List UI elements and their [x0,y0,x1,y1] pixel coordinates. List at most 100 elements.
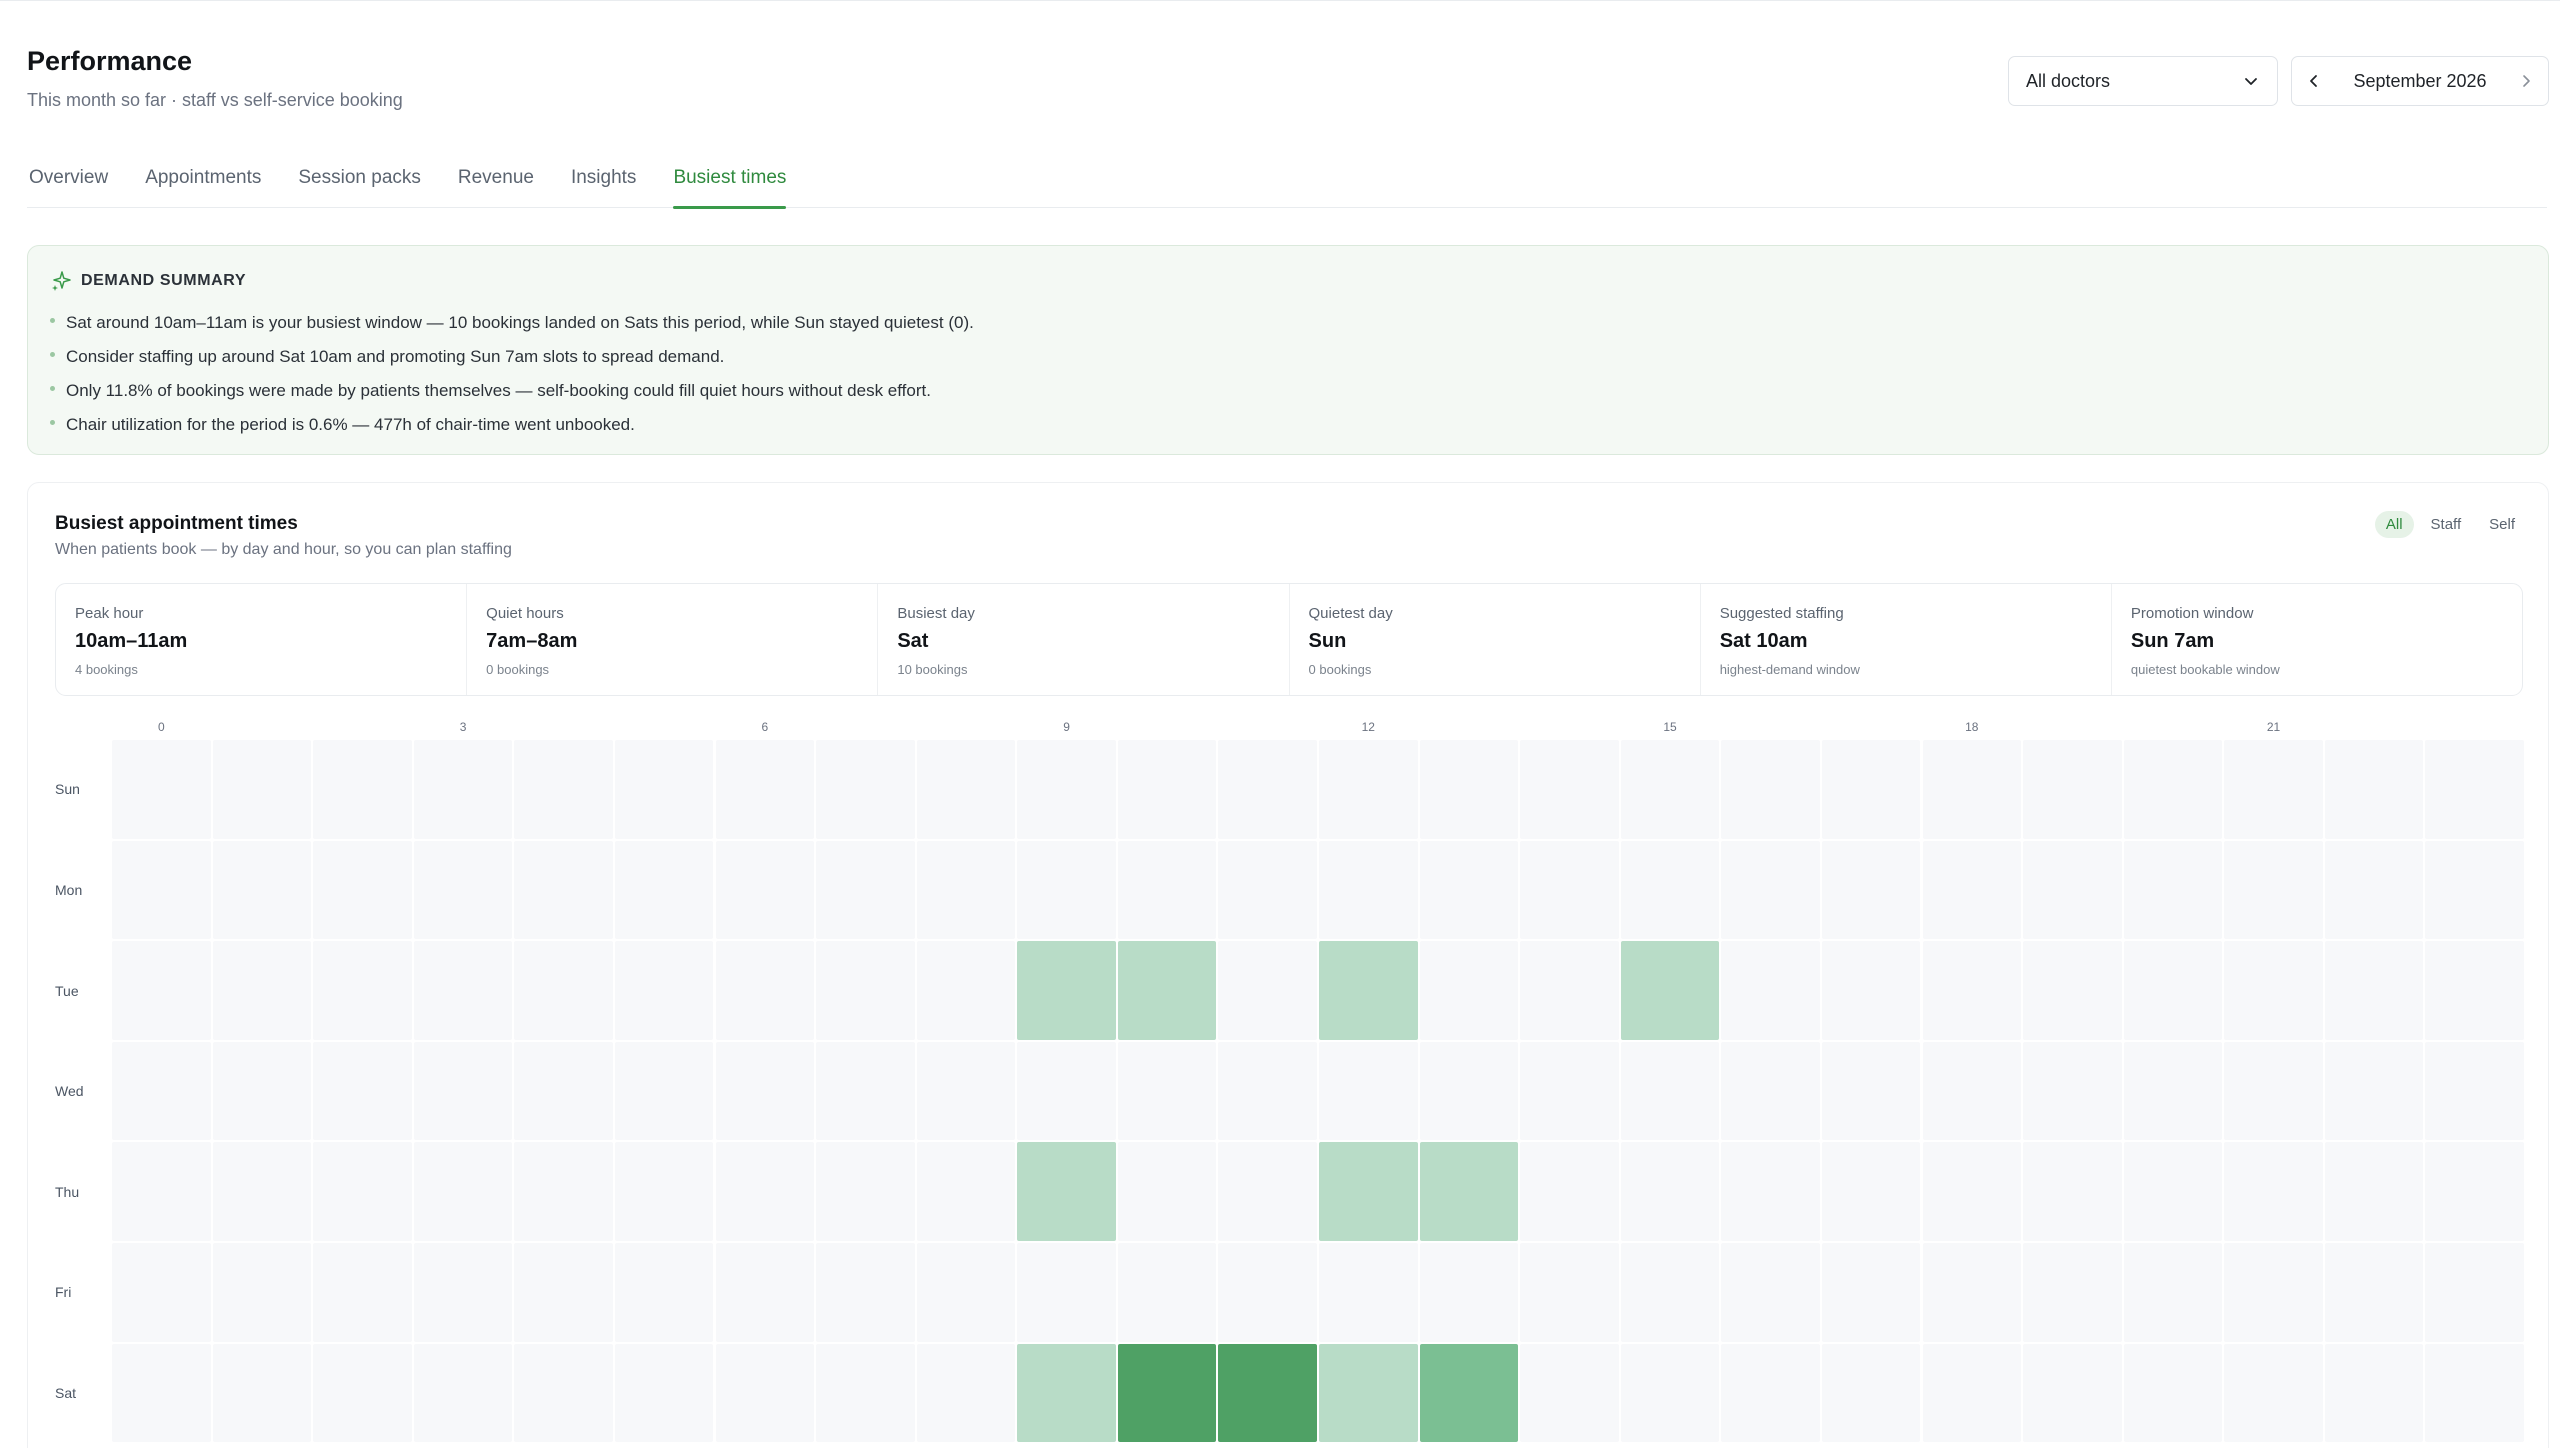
heatmap-cell-sat-22[interactable] [2324,1343,2424,1443]
heatmap-cell-sun-19[interactable] [2023,740,2122,839]
heatmap-cell-fri-19[interactable] [2023,1243,2122,1342]
heatmap-cell-tue-12[interactable] [1319,941,1418,1040]
heatmap-cell-wed-18[interactable] [1922,1041,2022,1141]
heatmap-cell-wed-23[interactable] [2425,1041,2524,1141]
filter-staff[interactable]: Staff [2420,511,2473,538]
heatmap-cell-thu-1[interactable] [212,1142,312,1241]
heatmap-cell-fri-14[interactable] [1520,1243,1619,1342]
heatmap-cell-thu-12[interactable] [1319,1142,1418,1241]
heatmap-cell-thu-8[interactable] [916,1142,1016,1241]
heatmap-cell-wed-20[interactable] [2123,1041,2223,1141]
heatmap-cell-tue-17[interactable] [1821,941,1921,1040]
heatmap-cell-mon-16[interactable] [1721,840,1820,940]
heatmap-cell-mon-3[interactable] [413,840,513,940]
heatmap-cell-wed-5[interactable] [614,1041,714,1141]
heatmap-cell-fri-11[interactable] [1218,1243,1317,1342]
heatmap-cell-sat-2[interactable] [313,1343,412,1443]
heatmap-cell-tue-10[interactable] [1117,941,1217,1040]
heatmap-cell-mon-18[interactable] [1922,840,2022,940]
heatmap-cell-wed-11[interactable] [1218,1041,1317,1141]
heatmap-cell-thu-20[interactable] [2123,1142,2223,1241]
heatmap-cell-tue-0[interactable] [112,941,211,1040]
heatmap-cell-tue-21[interactable] [2224,941,2323,1040]
heatmap-cell-mon-21[interactable] [2224,840,2323,940]
heatmap-cell-thu-13[interactable] [1419,1142,1519,1241]
heatmap-cell-sun-9[interactable] [1017,740,1116,839]
heatmap-cell-sun-2[interactable] [313,740,412,839]
heatmap-cell-fri-9[interactable] [1017,1243,1116,1342]
heatmap-cell-wed-3[interactable] [413,1041,513,1141]
heatmap-cell-wed-4[interactable] [514,1041,613,1141]
heatmap-cell-mon-0[interactable] [112,840,211,940]
heatmap-cell-sun-23[interactable] [2425,740,2524,839]
heatmap-cell-fri-8[interactable] [916,1243,1016,1342]
heatmap-cell-tue-6[interactable] [715,941,815,1040]
tab-appointments[interactable]: Appointments [145,150,261,208]
heatmap-cell-wed-9[interactable] [1017,1041,1116,1141]
heatmap-cell-sat-0[interactable] [112,1343,211,1443]
heatmap-cell-wed-12[interactable] [1319,1041,1418,1141]
heatmap-cell-tue-23[interactable] [2425,941,2524,1040]
heatmap-cell-thu-11[interactable] [1218,1142,1317,1241]
heatmap-cell-sun-20[interactable] [2123,740,2223,839]
heatmap-cell-tue-22[interactable] [2324,941,2424,1040]
filter-self[interactable]: Self [2478,511,2526,538]
heatmap-cell-mon-5[interactable] [614,840,714,940]
heatmap-cell-wed-6[interactable] [715,1041,815,1141]
heatmap-cell-thu-2[interactable] [313,1142,412,1241]
heatmap-cell-wed-21[interactable] [2224,1041,2323,1141]
heatmap-cell-sun-15[interactable] [1620,740,1720,839]
heatmap-cell-tue-9[interactable] [1017,941,1116,1040]
heatmap-cell-sun-5[interactable] [614,740,714,839]
heatmap-cell-tue-3[interactable] [413,941,513,1040]
heatmap-cell-thu-0[interactable] [112,1142,211,1241]
heatmap-cell-thu-18[interactable] [1922,1142,2022,1241]
heatmap-cell-thu-9[interactable] [1017,1142,1116,1241]
heatmap-cell-wed-17[interactable] [1821,1041,1921,1141]
heatmap-cell-tue-19[interactable] [2023,941,2122,1040]
doctor-select[interactable]: All doctors [2008,56,2278,106]
heatmap-cell-sun-3[interactable] [413,740,513,839]
heatmap-cell-thu-4[interactable] [514,1142,613,1241]
heatmap-cell-tue-15[interactable] [1620,941,1720,1040]
heatmap-cell-fri-22[interactable] [2324,1243,2424,1342]
heatmap-cell-thu-10[interactable] [1117,1142,1217,1241]
heatmap-cell-sun-0[interactable] [112,740,211,839]
tab-session-packs[interactable]: Session packs [298,150,421,208]
heatmap-cell-sat-13[interactable] [1419,1343,1519,1443]
heatmap-cell-fri-10[interactable] [1117,1243,1217,1342]
heatmap-cell-tue-5[interactable] [614,941,714,1040]
heatmap-cell-sat-4[interactable] [514,1343,613,1443]
heatmap-cell-sat-16[interactable] [1721,1343,1820,1443]
heatmap-cell-tue-4[interactable] [514,941,613,1040]
heatmap-cell-mon-1[interactable] [212,840,312,940]
heatmap-cell-fri-0[interactable] [112,1243,211,1342]
heatmap-cell-fri-16[interactable] [1721,1243,1820,1342]
filter-all[interactable]: All [2374,511,2414,538]
heatmap-cell-thu-16[interactable] [1721,1142,1820,1241]
tab-busiest-times[interactable]: Busiest times [673,150,786,209]
heatmap-cell-fri-13[interactable] [1419,1243,1519,1342]
heatmap-cell-thu-7[interactable] [816,1142,915,1241]
heatmap-cell-sat-14[interactable] [1520,1343,1619,1443]
heatmap-cell-sat-18[interactable] [1922,1343,2022,1443]
heatmap-cell-fri-7[interactable] [816,1243,915,1342]
heatmap-cell-sat-6[interactable] [715,1343,815,1443]
heatmap-cell-wed-10[interactable] [1117,1041,1217,1141]
heatmap-cell-sun-6[interactable] [715,740,815,839]
heatmap-cell-wed-14[interactable] [1520,1041,1619,1141]
heatmap-cell-wed-15[interactable] [1620,1041,1720,1141]
heatmap-cell-sun-16[interactable] [1721,740,1820,839]
heatmap-cell-mon-19[interactable] [2023,840,2122,940]
next-month-button[interactable] [2504,57,2548,105]
heatmap-cell-sun-12[interactable] [1319,740,1418,839]
heatmap-cell-thu-23[interactable] [2425,1142,2524,1241]
heatmap-cell-tue-8[interactable] [916,941,1016,1040]
heatmap-cell-wed-19[interactable] [2023,1041,2122,1141]
heatmap-cell-sat-17[interactable] [1821,1343,1921,1443]
heatmap-cell-tue-16[interactable] [1721,941,1820,1040]
heatmap-cell-thu-17[interactable] [1821,1142,1921,1241]
heatmap-cell-sun-7[interactable] [816,740,915,839]
heatmap-cell-tue-13[interactable] [1419,941,1519,1040]
heatmap-cell-mon-17[interactable] [1821,840,1921,940]
